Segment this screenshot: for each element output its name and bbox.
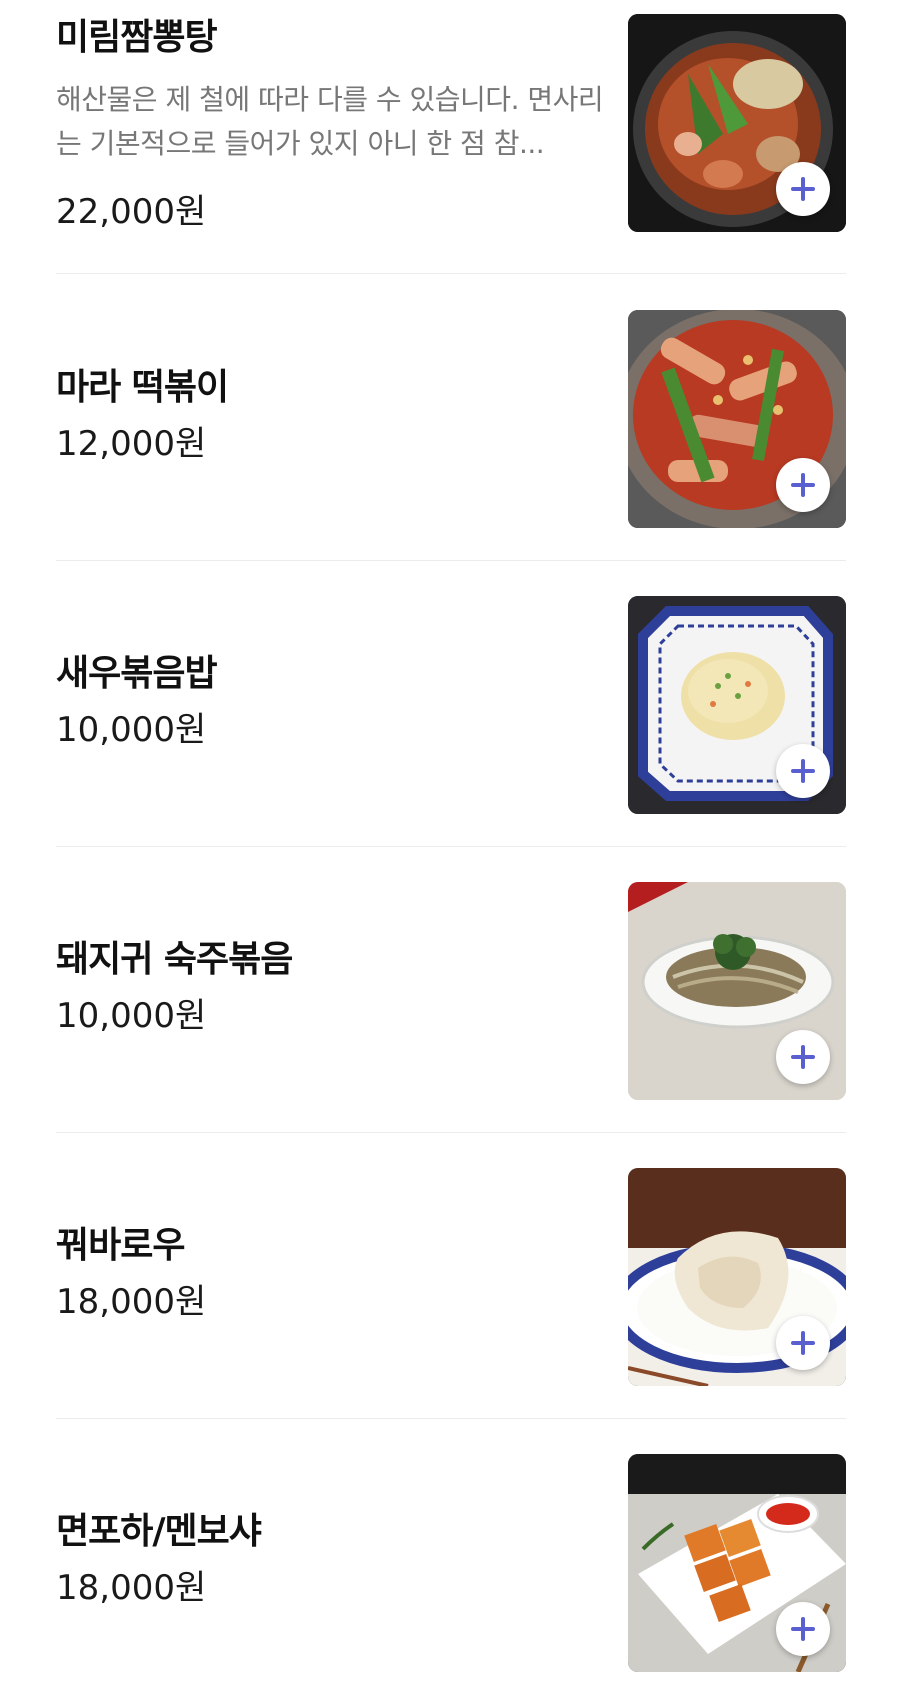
- menu-item-guobaorou[interactable]: 꿔바로우 18,000원: [56, 1168, 846, 1386]
- add-to-cart-button[interactable]: [776, 162, 830, 216]
- pig-ear-bean-sprout-photo[interactable]: [628, 882, 846, 1100]
- mala-tteokbokki-photo[interactable]: [628, 310, 846, 528]
- menu-item-price: 12,000원: [56, 424, 207, 464]
- menu-item-name: 미림짬뽕탕: [56, 17, 218, 58]
- menu-item-menbosha[interactable]: 면포하/멘보샤 18,000원: [56, 1454, 846, 1672]
- menu-item-name: 마라 떡볶이: [56, 367, 229, 408]
- add-to-cart-button[interactable]: [776, 458, 830, 512]
- shrimp-fried-rice-photo[interactable]: [628, 596, 846, 814]
- menbosha-photo[interactable]: [628, 1454, 846, 1672]
- divider: [56, 560, 846, 561]
- add-to-cart-button[interactable]: [776, 1030, 830, 1084]
- menu-item-shrimp-fried-rice[interactable]: 새우볶음밥 10,000원: [56, 596, 846, 814]
- add-to-cart-button[interactable]: [776, 1316, 830, 1370]
- menu-item-name: 면포하/멘보샤: [56, 1511, 262, 1552]
- menu-item-price: 10,000원: [56, 710, 207, 750]
- add-to-cart-button[interactable]: [776, 1602, 830, 1656]
- divider: [56, 1418, 846, 1419]
- divider: [56, 846, 846, 847]
- add-to-cart-button[interactable]: [776, 744, 830, 798]
- menu-list: 미림짬뽕탕 해산물은 제 철에 따라 다를 수 있습니다. 면사리는 기본적으로…: [0, 0, 900, 1703]
- menu-item-mala-tteokbokki[interactable]: 마라 떡볶이 12,000원: [56, 310, 846, 528]
- menu-item-mirim-jjambbong[interactable]: 미림짬뽕탕 해산물은 제 철에 따라 다를 수 있습니다. 면사리는 기본적으로…: [56, 14, 846, 232]
- menu-item-name: 새우볶음밥: [56, 653, 218, 694]
- divider: [56, 1132, 846, 1133]
- menu-item-price: 10,000원: [56, 996, 207, 1036]
- menu-item-description: 해산물은 제 철에 따라 다를 수 있습니다. 면사리는 기본적으로 들어가 있…: [56, 83, 604, 160]
- divider: [56, 273, 846, 274]
- menu-item-name: 꿔바로우: [56, 1225, 185, 1266]
- menu-item-price: 18,000원: [56, 1282, 207, 1322]
- menu-item-name: 돼지귀 숙주볶음: [56, 939, 293, 980]
- guobaorou-photo[interactable]: [628, 1168, 846, 1386]
- menu-item-price: 18,000원: [56, 1568, 207, 1608]
- menu-item-pig-ear-bean-sprout[interactable]: 돼지귀 숙주볶음 10,000원: [56, 882, 846, 1100]
- menu-item-price: 22,000원: [56, 192, 207, 232]
- jjambbong-hotpot-photo[interactable]: [628, 14, 846, 232]
